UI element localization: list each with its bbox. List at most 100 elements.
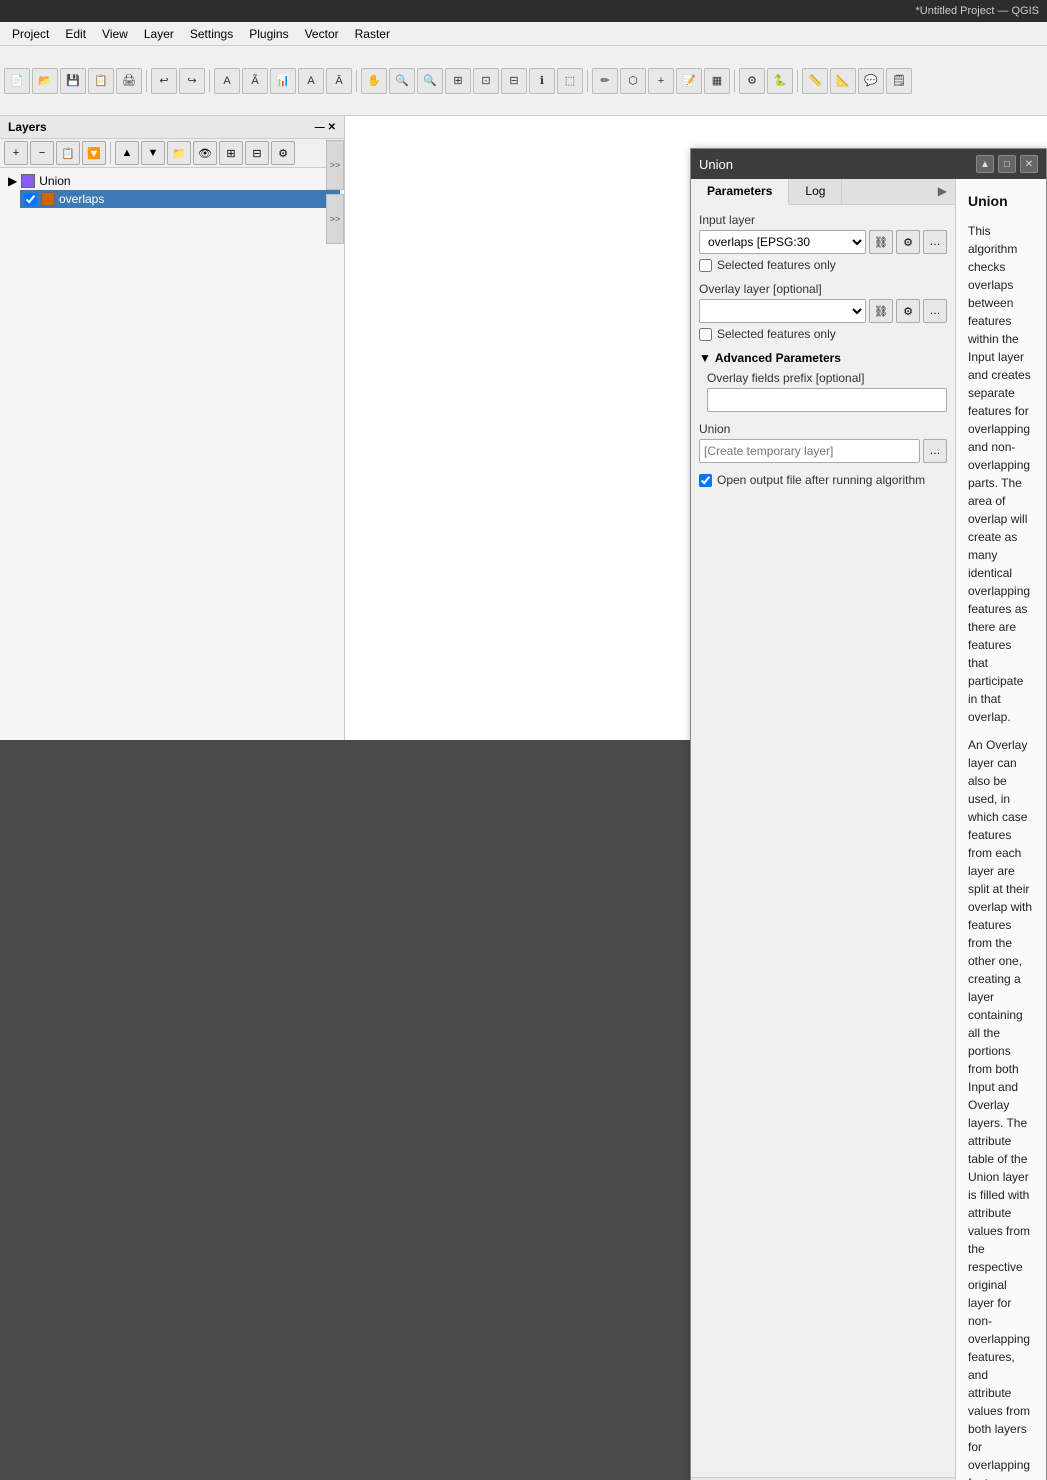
menu-edit[interactable]: Edit bbox=[57, 25, 94, 43]
overlay-selected-only-checkbox[interactable] bbox=[699, 328, 712, 341]
tab-log[interactable]: Log bbox=[789, 179, 842, 204]
layers-panel-header: Layers — ✕ bbox=[0, 116, 344, 139]
layer-item-overlaps[interactable]: overlaps bbox=[20, 190, 340, 208]
toolbar-sel2[interactable]: ▦ bbox=[704, 68, 730, 94]
dialog-close-btn[interactable]: ✕ bbox=[1020, 155, 1038, 173]
layers-expand-btn[interactable]: ⊞ bbox=[219, 141, 243, 165]
menu-layer[interactable]: Layer bbox=[136, 25, 182, 43]
dialog-tab-bar: Parameters Log ▶ bbox=[691, 179, 955, 205]
toolbar-undo[interactable]: ↩ bbox=[151, 68, 177, 94]
toolbar-pan[interactable]: ✋ bbox=[361, 68, 387, 94]
layers-filter-btn[interactable]: 🔽 bbox=[82, 141, 106, 165]
union-output-input[interactable] bbox=[699, 439, 920, 463]
layers-add-btn[interactable]: + bbox=[4, 141, 28, 165]
layer-visibility-checkbox[interactable] bbox=[24, 193, 37, 206]
collapse-btn-bottom[interactable]: >> bbox=[326, 194, 344, 244]
toolbar-processing[interactable]: ⚙ bbox=[739, 68, 765, 94]
dialog-params-panel: Parameters Log ▶ Input layer o bbox=[691, 179, 956, 1480]
input-layer-more-btn[interactable]: … bbox=[923, 230, 947, 254]
layers-header-controls: — ✕ bbox=[315, 122, 336, 133]
layers-close-btn[interactable]: ✕ bbox=[328, 122, 336, 133]
layers-collapse-btn[interactable]: ⊟ bbox=[245, 141, 269, 165]
dialog-title: Union bbox=[699, 157, 733, 172]
toolbar-save-as[interactable]: 📋 bbox=[88, 68, 114, 94]
input-layer-select[interactable]: overlaps [EPSG:30 bbox=[699, 230, 866, 254]
toolbar-python[interactable]: 🐍 bbox=[767, 68, 793, 94]
toolbar-label4[interactable]: Ā bbox=[326, 68, 352, 94]
progress-bar-container: 0% Cancel bbox=[691, 1477, 955, 1480]
layer-group-union[interactable]: ▶ Union ⊞ bbox=[4, 172, 340, 190]
description-title: Union bbox=[968, 191, 1034, 212]
toolbar-edit[interactable]: ✏ bbox=[592, 68, 618, 94]
input-selected-only-checkbox[interactable] bbox=[699, 259, 712, 272]
layers-title: Layers bbox=[8, 120, 47, 134]
layers-minimize-btn[interactable]: — bbox=[315, 122, 325, 133]
input-layer-settings-btn[interactable]: ⚙ bbox=[896, 230, 920, 254]
layer-polygon-icon bbox=[41, 192, 55, 206]
layers-open-attr-btn[interactable]: 📋 bbox=[56, 141, 80, 165]
overlay-layer-select[interactable] bbox=[699, 299, 866, 323]
toolbar-sep-6 bbox=[797, 70, 798, 92]
toolbar-label[interactable]: A bbox=[214, 68, 240, 94]
collapse-btn-top[interactable]: >> bbox=[326, 140, 344, 190]
open-output-checkbox[interactable] bbox=[699, 474, 712, 487]
toolbar-identify[interactable]: ℹ bbox=[529, 68, 555, 94]
union-output-group: Union … bbox=[699, 422, 947, 463]
layers-move-down-btn[interactable]: ▼ bbox=[141, 141, 165, 165]
overlay-layer-settings-btn[interactable]: ⚙ bbox=[896, 299, 920, 323]
tab-parameters[interactable]: Parameters bbox=[691, 179, 789, 205]
toolbar-annotation2[interactable]: 🗒 bbox=[886, 68, 912, 94]
toolbar-measure2[interactable]: 📐 bbox=[830, 68, 856, 94]
dialog-up-btn[interactable]: ▲ bbox=[976, 155, 994, 173]
advanced-section-label: Advanced Parameters bbox=[715, 351, 841, 365]
layers-group-btn[interactable]: 📁 bbox=[167, 141, 191, 165]
layers-move-up-btn[interactable]: ▲ bbox=[115, 141, 139, 165]
toolbar-redo[interactable]: ↪ bbox=[179, 68, 205, 94]
menu-project[interactable]: Project bbox=[4, 25, 57, 43]
toolbar-print[interactable]: 🖨 bbox=[116, 68, 142, 94]
dialog-window-buttons: ▲ □ ✕ bbox=[976, 155, 1038, 173]
toolbar-zoom-sel[interactable]: ⊟ bbox=[501, 68, 527, 94]
toolbar-open[interactable]: 📂 bbox=[32, 68, 58, 94]
layer-group-label: Union bbox=[39, 174, 70, 188]
overlay-prefix-input[interactable] bbox=[707, 388, 947, 412]
menu-raster[interactable]: Raster bbox=[347, 25, 398, 43]
toolbar-select[interactable]: ⬚ bbox=[557, 68, 583, 94]
union-output-browse-btn[interactable]: … bbox=[923, 439, 947, 463]
menu-settings[interactable]: Settings bbox=[182, 25, 241, 43]
overlay-layer-label: Overlay layer [optional] bbox=[699, 282, 947, 296]
layers-visibility-btn[interactable]: 👁 bbox=[193, 141, 217, 165]
toolbar-zoom-out[interactable]: 🔍 bbox=[417, 68, 443, 94]
layers-remove-btn[interactable]: − bbox=[30, 141, 54, 165]
menu-view[interactable]: View bbox=[94, 25, 136, 43]
toolbar-zoom-full[interactable]: ⊞ bbox=[445, 68, 471, 94]
advanced-section-arrow: ▼ bbox=[699, 351, 711, 365]
toolbar-save[interactable]: 💾 bbox=[60, 68, 86, 94]
overlay-layer-chain-btn[interactable]: ⛓ bbox=[869, 299, 893, 323]
toolbar-measure[interactable]: 📏 bbox=[802, 68, 828, 94]
toolbar-new[interactable]: 📄 bbox=[4, 68, 30, 94]
toolbar-attr[interactable]: 📝 bbox=[676, 68, 702, 94]
left-panel: Layers — ✕ + − 📋 🔽 ▲ ▼ 📁 👁 ⊞ ⊟ ⚙ ▶ bbox=[0, 116, 345, 740]
toolbar-zoom-in[interactable]: 🔍 bbox=[389, 68, 415, 94]
toolbar-label3[interactable]: A bbox=[298, 68, 324, 94]
menu-vector[interactable]: Vector bbox=[297, 25, 347, 43]
overlay-layer-more-btn[interactable]: … bbox=[923, 299, 947, 323]
toolbar-zoom-layer[interactable]: ⊡ bbox=[473, 68, 499, 94]
dialog-maximize-btn[interactable]: □ bbox=[998, 155, 1016, 173]
menu-bar: Project Edit View Layer Settings Plugins… bbox=[0, 22, 1047, 46]
input-layer-group: Input layer overlaps [EPSG:30 ⛓ ⚙ … bbox=[699, 213, 947, 272]
toolbar-add-pt[interactable]: + bbox=[648, 68, 674, 94]
tab-arrow[interactable]: ▶ bbox=[930, 179, 955, 204]
input-layer-chain-btn[interactable]: ⛓ bbox=[869, 230, 893, 254]
menu-plugins[interactable]: Plugins bbox=[241, 25, 296, 43]
toolbar-chart[interactable]: 📊 bbox=[270, 68, 296, 94]
toolbar-annotation[interactable]: 💬 bbox=[858, 68, 884, 94]
toolbar-label2[interactable]: Ã bbox=[242, 68, 268, 94]
overlay-prefix-group: Overlay fields prefix [optional] bbox=[707, 371, 947, 412]
toolbar-digitize[interactable]: ⬡ bbox=[620, 68, 646, 94]
layers-settings-btn[interactable]: ⚙ bbox=[271, 141, 295, 165]
advanced-section-header[interactable]: ▼ Advanced Parameters bbox=[699, 351, 947, 365]
input-layer-label: Input layer bbox=[699, 213, 947, 227]
main-area: Layers — ✕ + − 📋 🔽 ▲ ▼ 📁 👁 ⊞ ⊟ ⚙ ▶ bbox=[0, 116, 1047, 740]
